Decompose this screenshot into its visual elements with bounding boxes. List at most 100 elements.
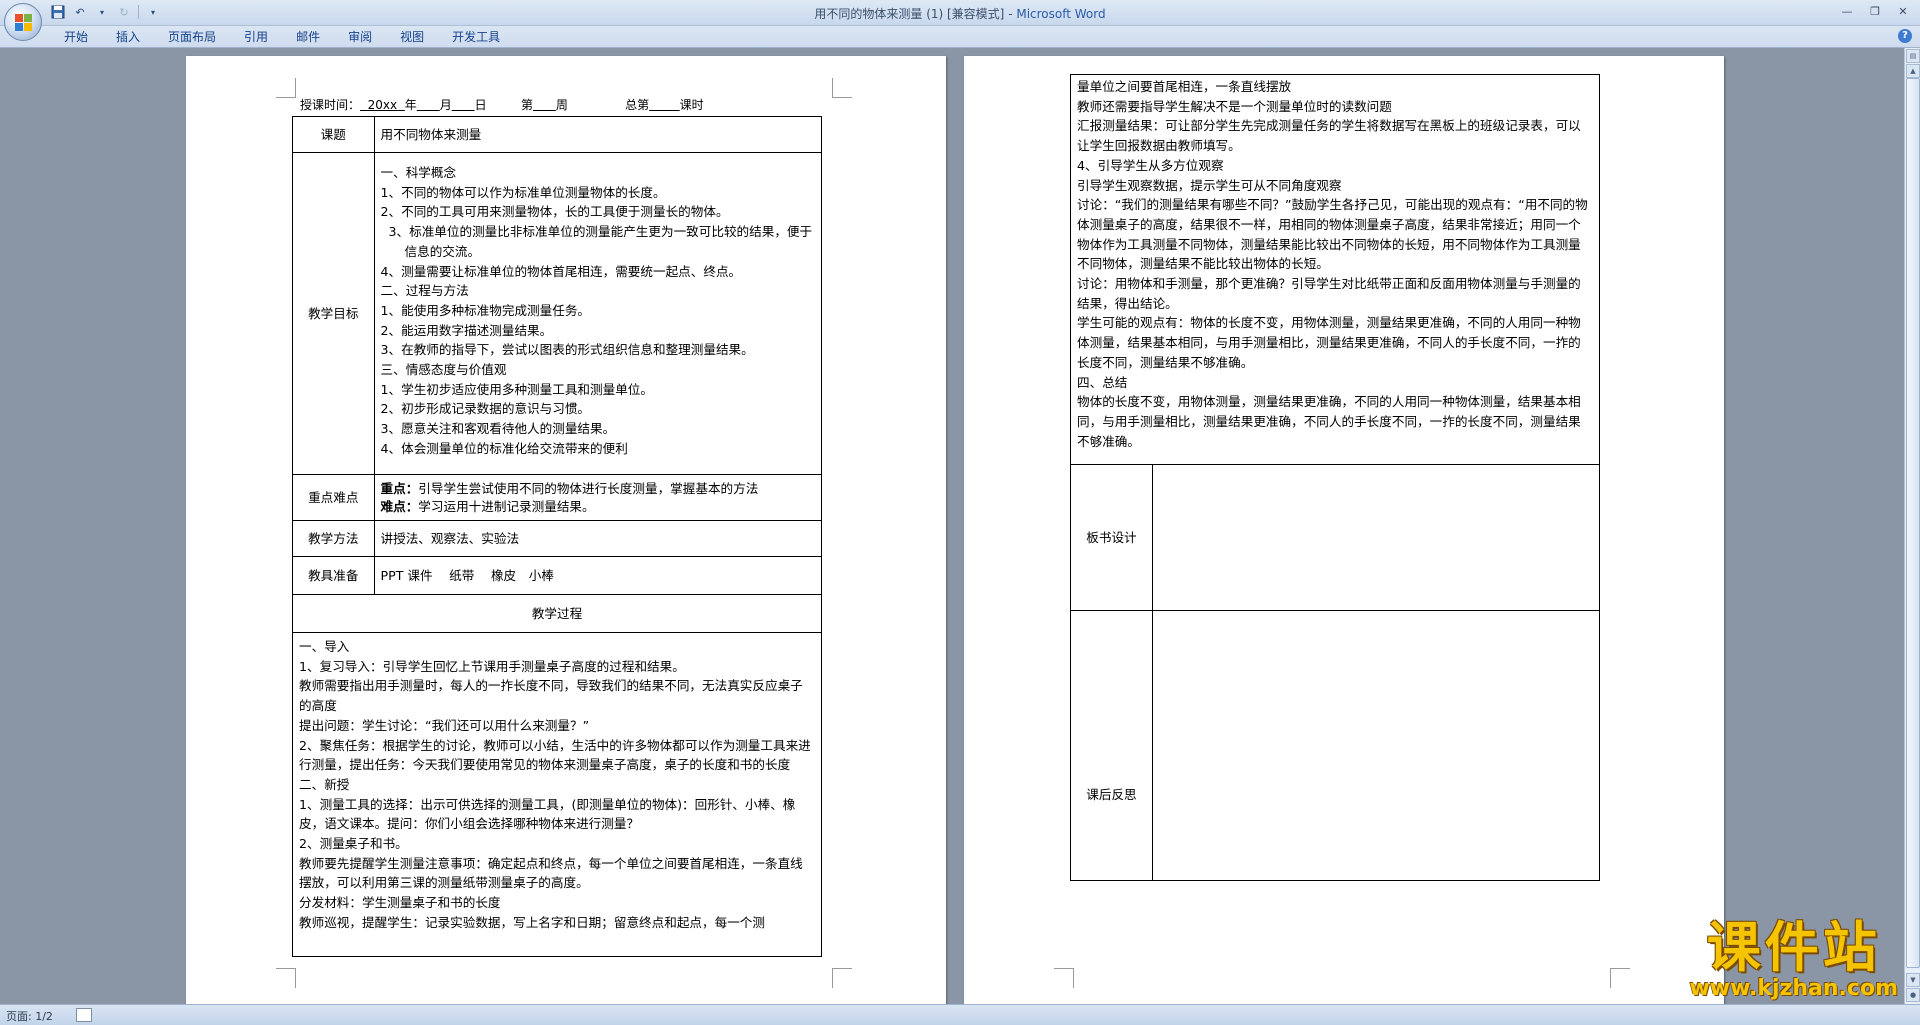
goals-cell[interactable]: 一、科学概念 1、不同的物体可以作为标准单位测量物体的长度。 2、不同的工具可用… xyxy=(373,152,822,475)
table-row: 教学方法 讲授法、观察法、实验法 xyxy=(292,520,822,557)
table-row: 量单位之间要首尾相连，一条直线摆放 教师还需要指导学生解决不是一个测量单位时的读… xyxy=(1070,74,1600,465)
site-watermark: 课件站 www.kjzhan.com xyxy=(1689,918,1898,1001)
ribbon-tabs: 开始 插入 页面布局 引用 邮件 审阅 视图 开发工具 xyxy=(50,29,514,46)
table-row: 一、导入 1、复习导入：引导学生回忆上节课用手测量桌子高度的过程和结果。 教师需… xyxy=(292,632,822,957)
goal-line: 1、学生初步适应使用多种测量工具和测量单位。 xyxy=(380,381,653,397)
board-design-cell[interactable] xyxy=(1151,464,1601,611)
table-row: 板书设计 xyxy=(1070,464,1601,611)
process-line: 汇报测量结果：可让部分学生先完成测量任务的学生将数据写在黑板上的班级记录表，可以… xyxy=(1077,118,1581,154)
week-prefix: 第 xyxy=(520,98,533,112)
scroll-up-icon[interactable]: ▲ xyxy=(1906,64,1920,78)
process-line: 二、新授 xyxy=(299,776,350,792)
tab-references[interactable]: 引用 xyxy=(230,29,282,46)
scrollbar-thumb[interactable] xyxy=(1906,78,1920,968)
ruler-toggle-icon[interactable]: ▤ xyxy=(1906,49,1920,63)
process-continued-cell[interactable]: 量单位之间要首尾相连，一条直线摆放 教师还需要指导学生解决不是一个测量单位时的读… xyxy=(1070,74,1600,465)
scroll-down-icon[interactable]: ▼ xyxy=(1906,973,1920,987)
page-count-status[interactable]: 页面: 1/2 xyxy=(6,1008,53,1024)
process-line: 引导学生观察数据，提示学生可从不同角度观察 xyxy=(1077,177,1342,193)
lesson-time-line: 授课时间： 20xx 年 月 日 第 周 总第 课时 xyxy=(300,96,704,113)
margin-corner xyxy=(1054,968,1074,988)
tab-insert[interactable]: 插入 xyxy=(102,29,154,46)
language-icon[interactable] xyxy=(76,1008,92,1022)
board-design-label: 板书设计 xyxy=(1070,464,1153,611)
process-line: 2、测量桌子和书。 xyxy=(299,836,408,852)
difficulty-text: 学习运用十进制记录测量结果。 xyxy=(418,498,595,514)
process-line: 讨论：“我们的测量结果有哪些不同？”鼓励学生各抒己见，可能出现的观点有：“用不同… xyxy=(1077,197,1588,272)
maximize-icon[interactable]: ❐ xyxy=(1862,2,1888,20)
reflection-cell[interactable] xyxy=(1151,610,1601,881)
vertical-scrollbar[interactable]: ▤ ▲ ▼ ● xyxy=(1904,48,1920,1004)
key-point-text: 引导学生尝试使用不同的物体进行长度测量，掌握基本的方法 xyxy=(418,480,759,496)
goal-line: 4、体会测量单位的标准化给交流带来的便利 xyxy=(380,440,628,456)
tab-home[interactable]: 开始 xyxy=(50,29,102,46)
status-bar: 页面: 1/2 xyxy=(0,1004,1920,1025)
tab-mailings[interactable]: 邮件 xyxy=(282,29,334,46)
process-line: 一、导入 xyxy=(299,639,350,654)
tab-developer[interactable]: 开发工具 xyxy=(438,29,514,46)
lesson-plan-table: 课题 用不同物体来测量 教学目标 一、科学概念 1、不同的物体可以作为标准单位测… xyxy=(292,116,822,957)
goal-line: 二、过程与方法 xyxy=(380,283,469,299)
minimize-icon[interactable]: — xyxy=(1834,2,1860,20)
margin-corner xyxy=(276,968,296,988)
reflection-label: 课后反思 xyxy=(1070,610,1153,881)
process-line: 分发材料：学生测量桌子和书的长度 xyxy=(299,895,501,911)
tab-page-layout[interactable]: 页面布局 xyxy=(154,29,230,46)
process-line: 物体的长度不变，用物体测量，测量结果更准确，不同的人用同一种物体测量，结果基本相… xyxy=(1077,394,1581,449)
lesson-time-label: 授课时间： xyxy=(300,98,361,112)
goal-line: 1、能使用多种标准物完成测量任务。 xyxy=(380,302,591,318)
process-line: 1、复习导入：引导学生回忆上节课用手测量桌子高度的过程和结果。 xyxy=(299,658,685,674)
tools-label: 教具准备 xyxy=(292,556,375,595)
process-line: 教师巡视，提醒学生：记录实验数据，写上名字和日期；留意终点和起点，每一个测 xyxy=(299,914,765,930)
topic-value[interactable]: 用不同物体来测量 xyxy=(373,116,822,153)
margin-corner xyxy=(276,78,296,98)
year-field: 20xx xyxy=(360,98,405,112)
goal-line: 三、情感态度与价值观 xyxy=(380,362,507,378)
document-area[interactable]: 授课时间： 20xx 年 月 日 第 周 总第 课时 课题 用不同物体来测量 教… xyxy=(0,48,1904,1004)
tools-value[interactable]: PPT 课件 纸带 橡皮 小棒 xyxy=(373,556,822,595)
browse-object-icon[interactable]: ● xyxy=(1906,988,1920,1002)
page-2: 量单位之间要首尾相连，一条直线摆放 教师还需要指导学生解决不是一个测量单位时的读… xyxy=(964,56,1724,1004)
process-line: 教师需要指出用手测量时，每人的一拃长度不同，导致我们的结果不同，无法真实反应桌子… xyxy=(299,678,803,714)
total-unit: 课时 xyxy=(679,98,704,112)
goal-line: 2、能运用数字描述测量结果。 xyxy=(380,322,553,338)
office-button[interactable] xyxy=(4,3,42,41)
year-unit: 年 xyxy=(404,98,417,112)
goal-line: 1、不同的物体可以作为标准单位测量物体的长度。 xyxy=(380,184,666,200)
table-row: 课后反思 xyxy=(1070,610,1601,881)
margin-corner xyxy=(1610,968,1630,988)
tab-review[interactable]: 审阅 xyxy=(334,29,386,46)
key-points-cell[interactable]: 重点：引导学生尝试使用不同的物体进行长度测量，掌握基本的方法 难点：学习运用十进… xyxy=(373,474,822,521)
process-line: 量单位之间要首尾相连，一条直线摆放 xyxy=(1077,79,1292,94)
process-line: 2、聚焦任务：根据学生的讨论，教师可以小结，生活中的许多物体都可以作为测量工具来… xyxy=(299,737,811,773)
key-point-label: 重点： xyxy=(380,480,419,496)
month-unit: 月 xyxy=(439,98,452,112)
window-controls: — ❐ ✕ xyxy=(1834,2,1916,20)
close-icon[interactable]: ✕ xyxy=(1890,2,1916,20)
table-row: 教学目标 一、科学概念 1、不同的物体可以作为标准单位测量物体的长度。 2、不同… xyxy=(292,152,822,475)
difficulty-label: 难点： xyxy=(380,498,419,514)
title-bar: ↶ ▾ ↻ ▾ 用不同的物体来测量 (1) [兼容模式] - Microsoft… xyxy=(0,0,1920,26)
window-title: 用不同的物体来测量 (1) [兼容模式] - Microsoft Word xyxy=(0,5,1920,22)
app-name: Microsoft Word xyxy=(1016,7,1106,21)
process-label: 教学过程 xyxy=(292,594,822,633)
table-row: 课题 用不同物体来测量 xyxy=(292,116,822,153)
lesson-plan-table-continued: 量单位之间要首尾相连，一条直线摆放 教师还需要指导学生解决不是一个测量单位时的读… xyxy=(1070,74,1601,881)
goal-line: 2、初步形成记录数据的意识与习惯。 xyxy=(380,401,591,417)
week-unit: 周 xyxy=(555,98,568,112)
goal-line: 一、科学概念 xyxy=(380,165,457,180)
key-points-label: 重点难点 xyxy=(292,474,375,521)
process-cell[interactable]: 一、导入 1、复习导入：引导学生回忆上节课用手测量桌子高度的过程和结果。 教师需… xyxy=(292,632,822,957)
year-value: 20xx xyxy=(367,98,398,112)
goal-line: 2、不同的工具可用来测量物体，长的工具便于测量长的物体。 xyxy=(380,204,729,220)
margin-corner xyxy=(832,78,852,98)
help-icon[interactable]: ? xyxy=(1898,29,1912,43)
method-value[interactable]: 讲授法、观察法、实验法 xyxy=(373,520,822,557)
ribbon: 开始 插入 页面布局 引用 邮件 审阅 视图 开发工具 ? xyxy=(0,26,1920,48)
topic-label: 课题 xyxy=(292,116,375,153)
watermark-url: www.kjzhan.com xyxy=(1689,976,1898,1001)
tab-view[interactable]: 视图 xyxy=(386,29,438,46)
goals-label: 教学目标 xyxy=(292,152,375,475)
goal-line: 4、测量需要让标准单位的物体首尾相连，需要统一起点、终点。 xyxy=(380,263,742,279)
table-row: 重点难点 重点：引导学生尝试使用不同的物体进行长度测量，掌握基本的方法 难点：学… xyxy=(292,474,822,521)
